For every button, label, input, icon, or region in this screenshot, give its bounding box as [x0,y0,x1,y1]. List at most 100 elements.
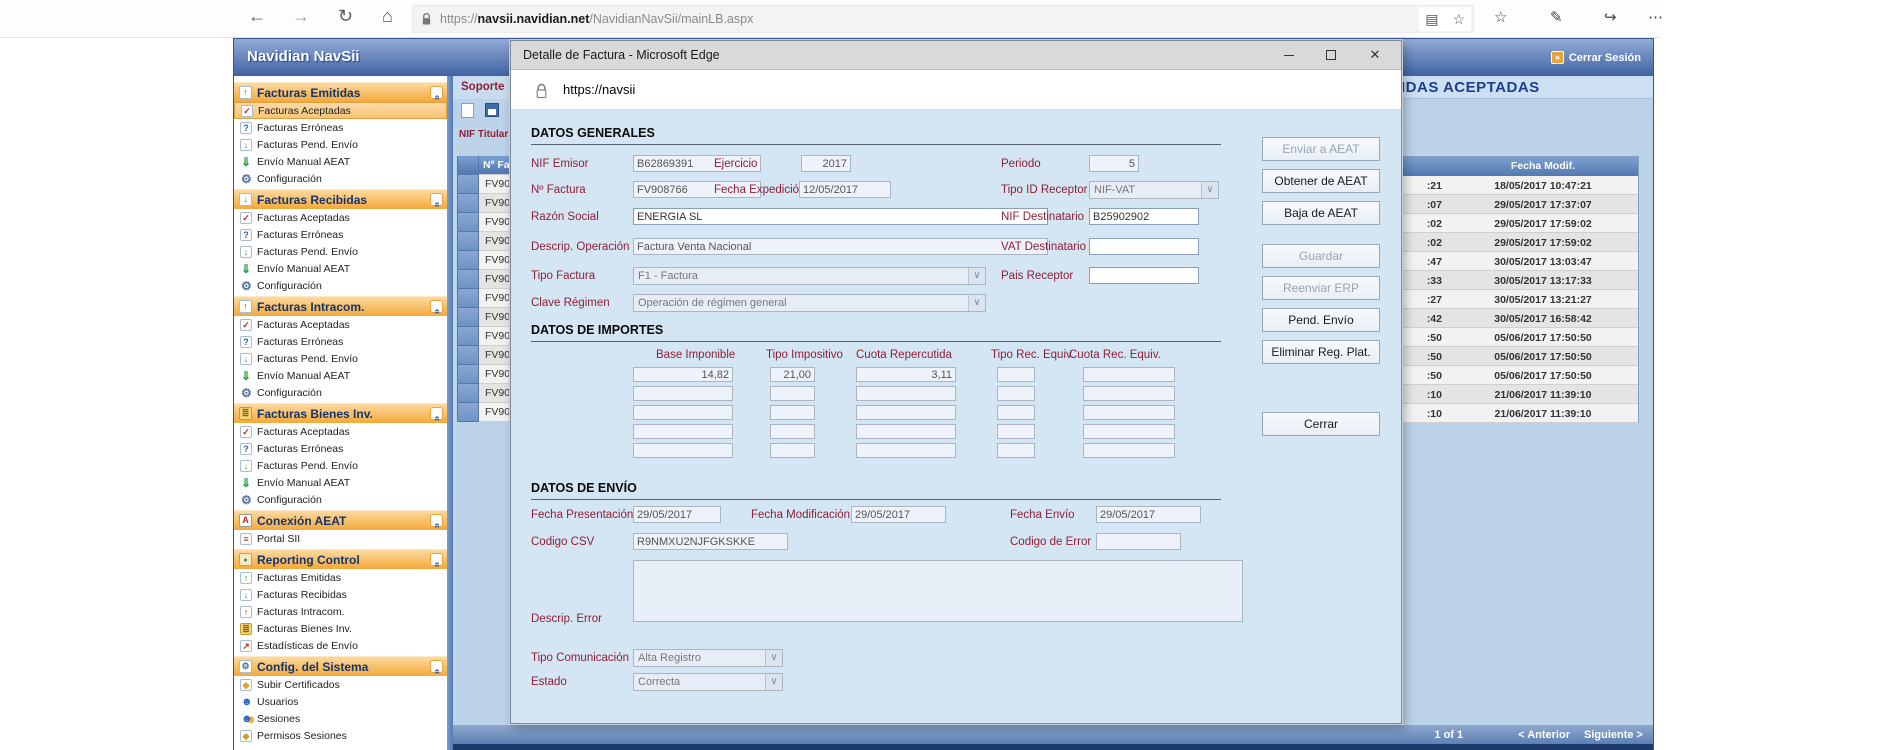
descrip-error-textarea[interactable] [633,560,1243,622]
sidebar-item[interactable]: Facturas Erróneas [234,440,447,457]
vat-destinatario-input[interactable] [1089,238,1199,255]
importe-cell[interactable] [1083,386,1175,401]
fecha-expedicion-input[interactable] [799,181,891,198]
row-selector-cell[interactable] [457,194,479,213]
importe-cell[interactable] [997,386,1035,401]
dates-table-row[interactable]: :3330/05/2017 13:17:33 [1402,271,1638,290]
maximize-button[interactable] [1311,41,1351,69]
pend-env-o-button[interactable]: Pend. Envío [1262,308,1380,332]
row-selector-cell[interactable] [457,308,479,327]
save-icon[interactable] [485,103,499,117]
importe-cell[interactable] [1083,443,1175,458]
row-selector-cell[interactable] [457,270,479,289]
sidebar-item[interactable]: Facturas Pend. Envío [234,243,447,260]
ejercicio-input[interactable] [801,155,851,172]
importe-cell[interactable] [770,367,815,382]
reenviar-erp-button[interactable]: Reenviar ERP [1262,276,1380,300]
row-selector-cell[interactable] [457,365,479,384]
row-selector-cell[interactable] [457,346,479,365]
sidebar-item[interactable]: Facturas Erróneas [234,333,447,350]
collapse-chevron-icon[interactable] [430,553,443,566]
razon-social-input[interactable] [633,208,1048,225]
tipo-comunicacion-select[interactable]: Alta Registro ∨ [633,649,783,667]
sidebar-item[interactable]: Envío Manual AEAT [234,260,447,277]
sidebar-item[interactable]: Configuración [234,170,447,187]
dates-table-row[interactable]: :5005/06/2017 17:50:50 [1402,347,1638,366]
importe-cell[interactable] [770,405,815,420]
new-document-icon[interactable] [461,103,474,118]
logout-button[interactable]: » Cerrar Sesión [1551,51,1641,64]
sidebar-item[interactable]: Configuración [234,491,447,508]
row-selector-cell[interactable] [457,289,479,308]
prev-page-link[interactable]: < Anterior [1518,729,1570,741]
pais-receptor-input[interactable] [1089,267,1199,284]
guardar-button[interactable]: Guardar [1262,244,1380,268]
back-icon[interactable]: ← [248,6,266,27]
importe-cell[interactable] [856,386,956,401]
dates-table-row[interactable]: :1021/06/2017 11:39:10 [1402,385,1638,404]
sidebar-item[interactable]: Facturas Aceptadas [234,423,447,440]
eliminar-reg-plat--button[interactable]: Eliminar Reg. Plat. [1262,340,1380,364]
refresh-icon[interactable]: ↻ [338,6,353,27]
dialog-titlebar[interactable]: Detalle de Factura - Microsoft Edge ✕ [511,41,1401,70]
sidebar-item[interactable]: Envío Manual AEAT [234,474,447,491]
sidebar-item[interactable]: Facturas Aceptadas [234,316,447,333]
nif-destinatario-input[interactable] [1089,208,1199,225]
sidebar-item[interactable]: Facturas Pend. Envío [234,350,447,367]
clave-regimen-select[interactable]: Operación de régimen general ∨ [633,294,986,312]
importe-cell[interactable] [633,367,733,382]
sidebar-group-facturas-emitidas[interactable]: Facturas Emitidas [234,82,447,102]
estado-select[interactable]: Correcta ∨ [633,673,783,691]
sidebar-item[interactable]: Facturas Aceptadas [234,209,447,226]
dates-table-row[interactable]: :4730/05/2017 13:03:47 [1402,252,1638,271]
importe-cell[interactable] [633,405,733,420]
sidebar-group-facturas-intracom-[interactable]: Facturas Intracom. [234,296,447,316]
dates-table-row[interactable]: :4230/05/2017 16:58:42 [1402,309,1638,328]
sidebar-item[interactable]: Facturas Emitidas [234,569,447,586]
sidebar-group-conexi-n-aeat[interactable]: Conexión AEAT [234,510,447,530]
sidebar-item[interactable]: Configuración [234,277,447,294]
collapse-chevron-icon[interactable] [430,193,443,206]
descrip-operacion-input[interactable] [633,238,1048,255]
importe-cell[interactable] [997,443,1035,458]
favorite-star-icon[interactable]: ☆ [1452,11,1465,28]
importe-cell[interactable] [1083,405,1175,420]
row-selector-cell[interactable] [457,213,479,232]
periodo-input[interactable] [1089,155,1139,172]
importe-cell[interactable] [1083,424,1175,439]
row-selector-cell[interactable] [457,403,479,422]
obtener-de-aeat-button[interactable]: Obtener de AEAT [1262,169,1380,193]
sidebar-item[interactable]: Facturas Pend. Envío [234,136,447,153]
enviar-a-aeat-button[interactable]: Enviar a AEAT [1262,137,1380,161]
sidebar-group-facturas-bienes-inv-[interactable]: Facturas Bienes Inv. [234,403,447,423]
cerrar-button[interactable]: Cerrar [1262,412,1380,436]
importe-cell[interactable] [770,386,815,401]
row-selector-cell[interactable] [457,232,479,251]
row-selector-cell[interactable] [457,327,479,346]
sidebar-item[interactable]: Facturas Bienes Inv. [234,620,447,637]
minimize-button[interactable] [1269,41,1309,69]
close-button[interactable]: ✕ [1355,41,1395,69]
sidebar-group-facturas-recibidas[interactable]: Facturas Recibidas [234,189,447,209]
dates-table-row[interactable]: :0229/05/2017 17:59:02 [1402,214,1638,233]
importe-cell[interactable] [856,443,956,458]
importe-cell[interactable] [856,367,956,382]
sidebar-group-config-del-sistema[interactable]: Config. del Sistema [234,656,447,676]
fecha-presentacion-input[interactable] [633,506,721,523]
row-selector-cell[interactable] [457,175,479,194]
importe-cell[interactable] [997,367,1035,382]
baja-de-aeat-button[interactable]: Baja de AEAT [1262,201,1380,225]
home-icon[interactable]: ⌂ [382,6,393,27]
dates-table-row[interactable]: :2730/05/2017 13:21:27 [1402,290,1638,309]
sidebar-item[interactable]: Envío Manual AEAT [234,367,447,384]
importe-cell[interactable] [856,405,956,420]
sidebar-item[interactable]: Configuración [234,384,447,401]
collapse-chevron-icon[interactable] [430,407,443,420]
reading-view-icon[interactable]: ▤ [1425,11,1438,28]
dates-table-row[interactable]: :1021/06/2017 11:39:10 [1402,404,1638,423]
importe-cell[interactable] [633,386,733,401]
sidebar-item[interactable]: Permisos Sesiones [234,727,447,744]
collapse-chevron-icon[interactable] [430,660,443,673]
sidebar-item[interactable]: Facturas Recibidas [234,586,447,603]
sidebar-item[interactable]: Portal SII [234,530,447,547]
